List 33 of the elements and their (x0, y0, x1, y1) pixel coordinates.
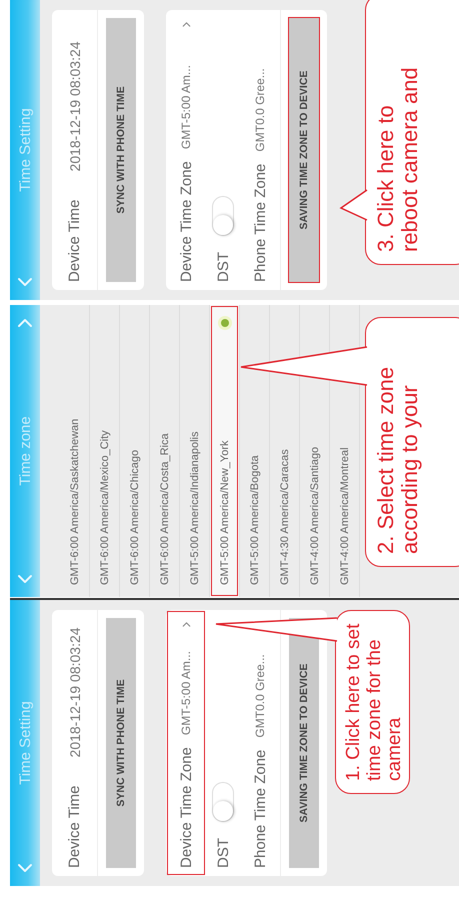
device-time-value: 2018-12-19 08:03:24 (66, 41, 82, 172)
selected-dot-icon (220, 319, 228, 327)
timezone-item[interactable]: GMT-6:00 America/Costa_Rica (150, 305, 180, 597)
save-button[interactable]: SAVING TIME ZONE TO DEVICE (289, 18, 319, 282)
timezone-item[interactable]: GMT-6:00 America/Saskatchewan (60, 305, 90, 597)
callout-text: 1. Click here to set time zone for the camera (344, 623, 406, 781)
device-time-label: Device Time (66, 785, 83, 868)
row-label: DST (214, 838, 232, 868)
screen-title: Time Setting (16, 701, 34, 785)
row-label: Phone Time Zone (252, 164, 268, 282)
row-label: Phone Time Zone (252, 750, 268, 868)
row-value: GMT0.0 Gree... (253, 654, 267, 738)
device-time-value: 2018-12-19 08:03:24 (66, 627, 82, 758)
row-value: GMT-5:00 Am... (179, 65, 193, 150)
toggle-switch[interactable] (212, 782, 234, 822)
sync-button[interactable]: SYNC WITH PHONE TIME (106, 618, 136, 868)
toggle-switch[interactable] (212, 196, 234, 236)
timezone-item[interactable]: GMT-6:00 America/Mexico_City (90, 305, 120, 597)
row-label: DST (214, 252, 232, 282)
row-label: Device Time Zone (178, 161, 194, 282)
sync-button[interactable]: SYNC WITH PHONE TIME (106, 18, 136, 282)
highlight-frame[interactable]: Device Time Zone GMT-5:00 Am... (166, 610, 206, 876)
timezone-item[interactable]: GMT-5:00 America/New_York (210, 305, 240, 597)
save-button[interactable]: SAVING TIME ZONE TO DEVICE (289, 618, 319, 868)
screen-title: Time zone (16, 416, 34, 486)
screen-title: Time Setting (16, 108, 34, 192)
row-label: Device Time Zone (178, 747, 194, 868)
timezone-item[interactable]: GMT-6:00 America/Chicago (120, 305, 150, 597)
callout-text: 3. Click here to reboot camera and (374, 66, 422, 252)
callout-text: 2. Select time zone according to your (374, 366, 422, 554)
row-value: GMT-5:00 Am... (179, 651, 193, 736)
device-time-label: Device Time (66, 199, 83, 282)
row-value: GMT0.0 Gree... (253, 68, 267, 152)
